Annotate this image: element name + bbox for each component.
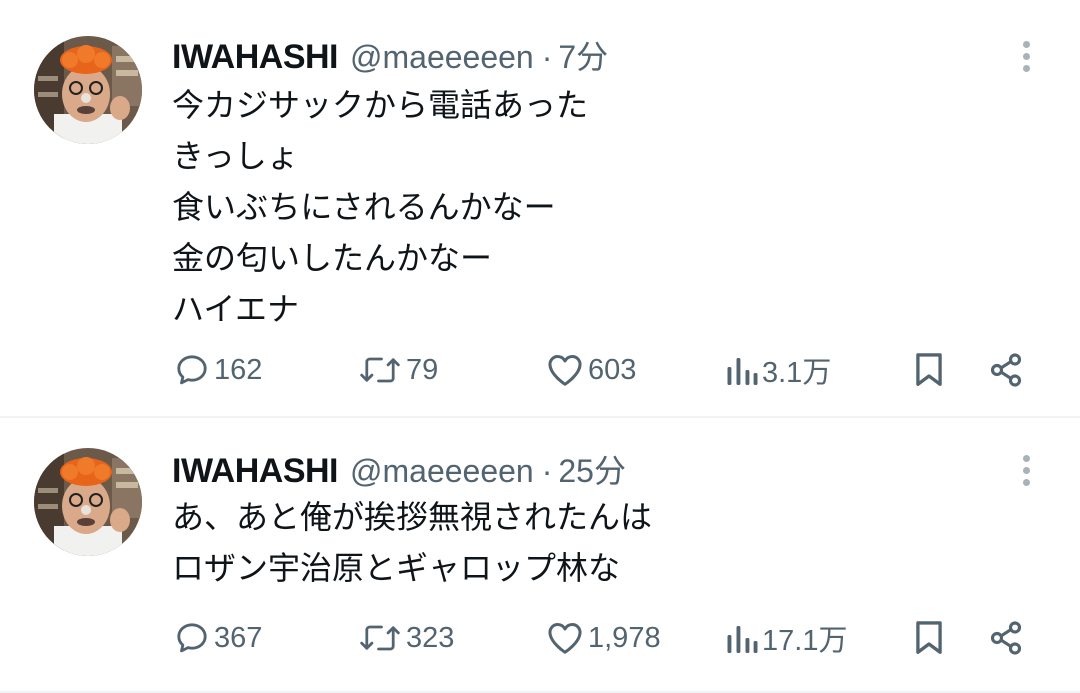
reply-icon [177,623,207,653]
like-button[interactable]: 603 [546,348,636,392]
tweet-text-line: 金の匂いしたんかなー [172,239,493,277]
reply-button[interactable]: 367 [174,616,262,660]
share-button[interactable] [988,616,1024,660]
timestamp[interactable]: 25分 [558,446,626,492]
avatar[interactable] [34,36,142,144]
tweet[interactable]: IWAHASHI @maeeeeen · 25分 あ、あと俺が挨拶無視されたんは… [0,418,1080,693]
retweet-count: 79 [406,353,439,386]
display-name[interactable]: IWAHASHI [172,452,339,491]
views-icon [727,626,758,653]
views-button[interactable]: 3.1万 [724,348,831,392]
tweet-text: あ、あと俺が挨拶無視されたんは ロザン宇治原とギャロップ林な [172,492,652,594]
tweet-text-line: 今カジサックから電話あった [172,86,589,124]
separator-dot: · [541,39,553,75]
views-icon [727,358,758,385]
more-options-icon[interactable] [1012,448,1040,492]
view-count: 3.1万 [762,357,832,389]
reply-icon [177,355,207,385]
share-icon [990,353,1022,387]
share-button[interactable] [988,348,1024,392]
reply-count: 367 [214,621,263,654]
heart-icon [548,623,582,654]
action-bar: 162 79 603 3.1万 [0,348,1080,392]
reply-button[interactable]: 162 [174,348,262,392]
bookmark-icon [916,621,942,654]
separator-dot: · [541,453,553,489]
action-bar: 367 323 1,978 17.1万 [0,616,1080,660]
like-count: 1,978 [588,621,661,654]
tweet-header: IWAHASHI @maeeeeen · 25分 [172,446,626,490]
retweet-button[interactable]: 79 [358,348,438,392]
display-name[interactable]: IWAHASHI [172,38,339,77]
more-options-icon[interactable] [1012,34,1040,78]
timestamp[interactable]: 7分 [558,32,608,78]
like-button[interactable]: 1,978 [546,616,661,660]
user-handle[interactable]: @maeeeeen [350,453,534,490]
bookmark-button[interactable] [912,616,946,660]
tweet-text-line: ハイエナ [172,290,300,328]
heart-icon [548,355,582,386]
retweet-button[interactable]: 323 [358,616,454,660]
view-count: 17.1万 [762,625,848,657]
bookmark-button[interactable] [912,348,946,392]
bookmark-icon [916,353,942,386]
tweet-header: IWAHASHI @maeeeeen · 7分 [172,32,608,76]
tweet-text-line: ロザン宇治原とギャロップ林な [172,549,621,587]
tweet-text-line: 食いぶちにされるんかなー [172,188,556,226]
retweet-icon [360,357,400,383]
retweet-count: 323 [406,621,455,654]
reply-count: 162 [214,353,263,386]
avatar[interactable] [34,448,142,556]
tweet-text: 今カジサックから電話あった きっしょ 食いぶちにされるんかなー 金の匂いしたんか… [172,80,588,335]
tweet[interactable]: IWAHASHI @maeeeeen · 7分 今カジサックから電話あった きっ… [0,0,1080,418]
retweet-icon [360,625,400,651]
user-handle[interactable]: @maeeeeen [350,39,534,76]
like-count: 603 [588,353,637,386]
views-button[interactable]: 17.1万 [724,616,847,660]
tweet-text-line: きっしょ [172,137,299,175]
tweet-text-line: あ、あと俺が挨拶無視されたんは [172,498,653,536]
share-icon [990,621,1022,655]
